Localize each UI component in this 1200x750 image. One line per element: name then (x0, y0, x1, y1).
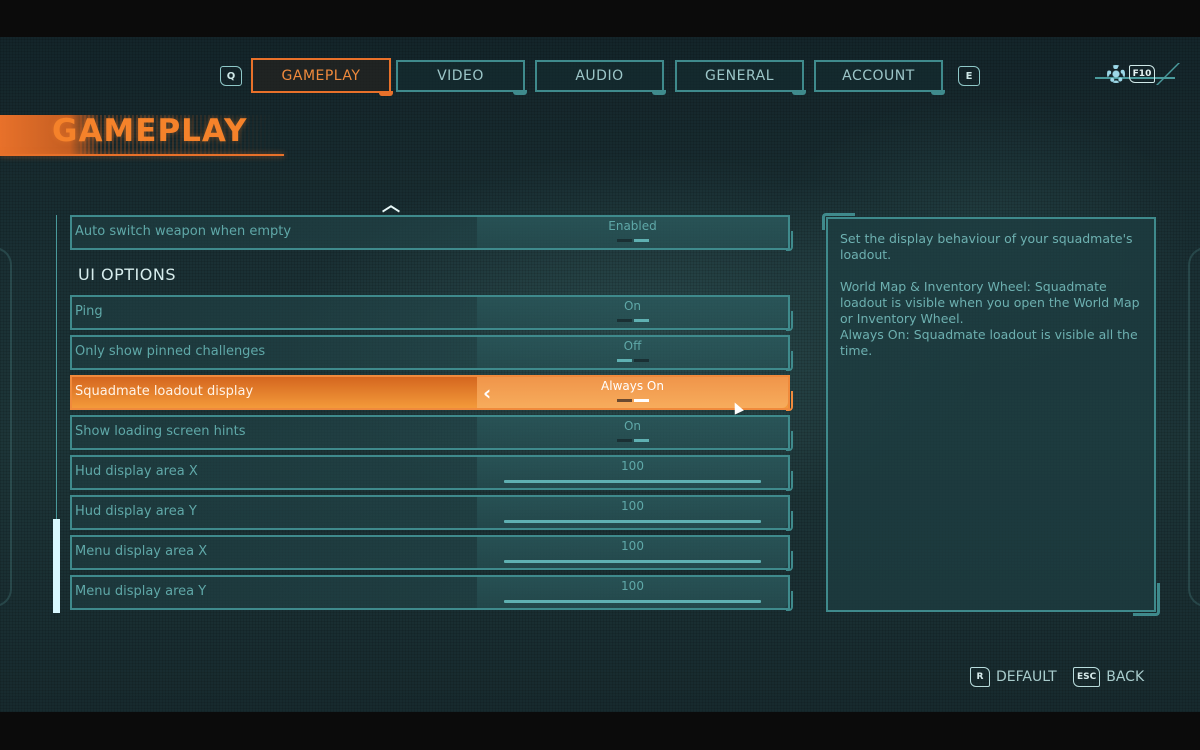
decorative-frame-left (0, 247, 12, 607)
setting-row-pinned-challenges[interactable]: Only show pinned challenges Off (70, 335, 793, 371)
r-key-hint: R (970, 667, 990, 687)
setting-label: Menu display area Y (75, 584, 207, 599)
setting-slider-box[interactable]: 100 (477, 457, 793, 491)
slider-bar[interactable] (504, 560, 761, 563)
decorative-frame-right (1188, 247, 1200, 607)
tab-gameplay[interactable]: GAMEPLAY (251, 58, 393, 96)
setting-value: 100 (621, 539, 644, 553)
setting-row-auto-switch-weapon[interactable]: Auto switch weapon when empty Enabled (70, 215, 793, 251)
setting-value: 100 (621, 579, 644, 593)
description-text: Set the display behaviour of your squadm… (840, 231, 1140, 358)
slider-bar[interactable] (504, 480, 761, 483)
setting-value-selector[interactable]: On (477, 417, 793, 451)
description-panel: Set the display behaviour of your squadm… (822, 213, 1160, 616)
option-pip-active (633, 439, 649, 442)
reset-default-button[interactable]: R DEFAULT (970, 667, 1057, 687)
setting-label: Squadmate loadout display (75, 384, 254, 399)
setting-label: Ping (75, 304, 103, 319)
settings-hint-slant (1156, 63, 1180, 85)
setting-label: Menu display area X (75, 544, 208, 559)
back-label: BACK (1106, 669, 1145, 685)
setting-value: On (623, 299, 642, 313)
setting-value: 100 (621, 499, 644, 513)
setting-value-selector[interactable]: On (477, 297, 793, 331)
setting-value-selector[interactable]: Off (477, 337, 793, 371)
setting-row-hud-area-x[interactable]: Hud display area X 100 (70, 455, 793, 491)
setting-row-ping[interactable]: Ping On (70, 295, 793, 331)
option-indicator (616, 399, 649, 402)
option-indicator (616, 439, 649, 442)
option-indicator (616, 359, 649, 362)
gear-icon (1107, 65, 1125, 83)
setting-row-hud-area-y[interactable]: Hud display area Y 100 (70, 495, 793, 531)
letterbox-top (0, 0, 1200, 37)
setting-value: 100 (621, 459, 644, 473)
option-pip-active (616, 359, 632, 362)
option-pip (616, 399, 632, 402)
setting-label: Hud display area Y (75, 504, 197, 519)
setting-value-selector[interactable]: ‹ Always On (477, 377, 793, 411)
section-header-ui-options: UI OPTIONS (78, 265, 176, 284)
option-indicator (616, 319, 649, 322)
slider-bar[interactable] (504, 600, 761, 603)
slider-bar[interactable] (504, 520, 761, 523)
tab-account[interactable]: ACCOUNT (814, 60, 945, 95)
scroll-up-chevron-icon[interactable]: ︿ (381, 197, 401, 215)
setting-value: On (623, 419, 642, 433)
setting-row-loading-hints[interactable]: Show loading screen hints On (70, 415, 793, 451)
setting-row-menu-area-x[interactable]: Menu display area X 100 (70, 535, 793, 571)
setting-value: Enabled (608, 219, 657, 233)
tab-video[interactable]: VIDEO (396, 60, 527, 95)
option-indicator (616, 239, 649, 242)
option-pip (616, 439, 632, 442)
next-tab-key-hint[interactable]: E (958, 66, 980, 86)
setting-label: Auto switch weapon when empty (75, 224, 292, 239)
setting-label: Show loading screen hints (75, 424, 246, 439)
setting-value: Always On (601, 379, 664, 393)
letterbox-bottom (0, 712, 1200, 750)
prev-tab-key-hint[interactable]: Q (220, 66, 242, 86)
option-pip (616, 319, 632, 322)
setting-slider-box[interactable]: 100 (477, 537, 793, 571)
setting-label: Only show pinned challenges (75, 344, 266, 359)
option-pip-active (633, 319, 649, 322)
setting-slider-box[interactable]: 100 (477, 577, 793, 611)
esc-key-hint: ESC (1073, 667, 1101, 687)
setting-label: Hud display area X (75, 464, 198, 479)
option-pip-active (633, 239, 649, 242)
option-pip-active (633, 399, 649, 402)
tab-audio[interactable]: AUDIO (535, 60, 666, 95)
page-title: GAMEPLAY (52, 113, 248, 149)
setting-row-menu-area-y[interactable]: Menu display area Y 100 (70, 575, 793, 611)
setting-slider-box[interactable]: 100 (477, 497, 793, 531)
setting-value: Off (623, 339, 642, 353)
option-pip (616, 239, 632, 242)
quick-settings-button[interactable]: F10 (1095, 57, 1200, 97)
setting-row-squadmate-loadout[interactable]: Squadmate loadout display ‹ Always On (70, 375, 793, 411)
title-underline (0, 154, 284, 156)
option-pip (633, 359, 649, 362)
tab-general[interactable]: GENERAL (675, 60, 806, 95)
setting-value-selector[interactable]: Enabled (477, 217, 793, 251)
back-button[interactable]: ESC BACK (1073, 667, 1144, 687)
scrollbar-thumb[interactable] (53, 519, 60, 613)
default-label: DEFAULT (996, 669, 1057, 685)
f10-key-hint: F10 (1129, 65, 1155, 83)
settings-screen: Q GAMEPLAY VIDEO AUDIO GENERAL ACCOUNT E… (0, 37, 1200, 712)
